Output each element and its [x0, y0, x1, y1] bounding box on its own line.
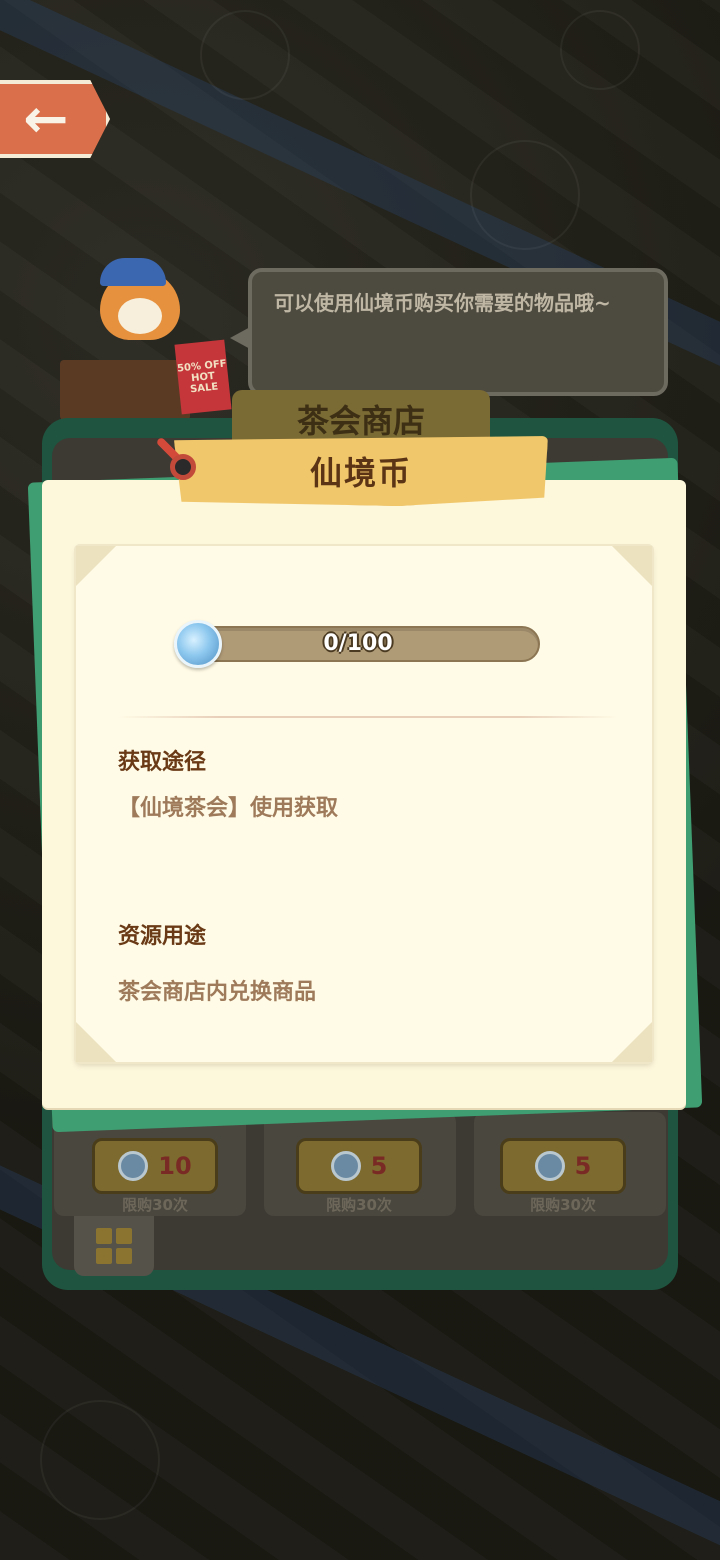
shopkeeper-face [118, 298, 162, 334]
arrow-left-icon: ← [23, 87, 69, 150]
sale-word-sale: SALE [189, 380, 219, 395]
obtain-heading: 获取途径 [118, 750, 207, 775]
fairyland-coin-icon [118, 1151, 149, 1181]
buy-button[interactable]: 10 [92, 1138, 218, 1194]
popup-title: 仙境币 [309, 454, 412, 492]
shop-counter [60, 360, 190, 420]
category-tab-button[interactable] [74, 1216, 154, 1276]
background-decoration [470, 140, 580, 250]
card-corner [612, 1022, 652, 1062]
buy-button[interactable]: 5 [296, 1138, 422, 1194]
hot-sale-sign: 50% OFF HOT SALE [174, 339, 232, 415]
card-corner [76, 546, 116, 586]
price-value: 5 [574, 1152, 592, 1180]
speech-text: 可以使用仙境币购买你需要的物品哦~ [274, 291, 611, 315]
currency-progress-bar: 0/100 [176, 626, 540, 662]
background-decoration [200, 10, 290, 100]
grid-icon [116, 1228, 132, 1244]
buy-button[interactable]: 5 [500, 1138, 626, 1194]
obtain-text: 【仙境茶会】使用获取 [118, 796, 339, 821]
fairyland-coin-icon [534, 1151, 565, 1181]
usage-heading: 资源用途 [118, 924, 207, 949]
card-corner [76, 1022, 116, 1062]
purchase-limit: 限购30次 [122, 1196, 188, 1214]
npc-speech-bubble: 可以使用仙境币购买你需要的物品哦~ [230, 268, 668, 396]
back-button[interactable]: ← [0, 80, 110, 158]
grid-icon [116, 1248, 132, 1264]
usage-text: 茶会商店内兑换商品 [118, 980, 317, 1005]
purchase-limit: 限购30次 [530, 1196, 596, 1214]
price-value: 5 [370, 1152, 388, 1180]
fairyland-coin-icon [330, 1151, 361, 1181]
purchase-limit: 限购30次 [326, 1196, 392, 1214]
progress-text: 0/100 [323, 631, 393, 656]
card-corner [612, 546, 652, 586]
price-value: 10 [158, 1152, 192, 1180]
shopkeeper-npc: 50% OFF HOT SALE [60, 250, 232, 420]
divider [118, 716, 618, 718]
background-decoration [40, 1400, 160, 1520]
popup-header: 仙境币 [174, 436, 548, 506]
background-decoration [560, 10, 640, 90]
grid-icon [96, 1228, 112, 1244]
fairyland-coin-icon [174, 620, 222, 668]
pin-decoration [170, 454, 196, 480]
shopkeeper-cap [100, 258, 166, 286]
grid-icon [96, 1248, 112, 1264]
